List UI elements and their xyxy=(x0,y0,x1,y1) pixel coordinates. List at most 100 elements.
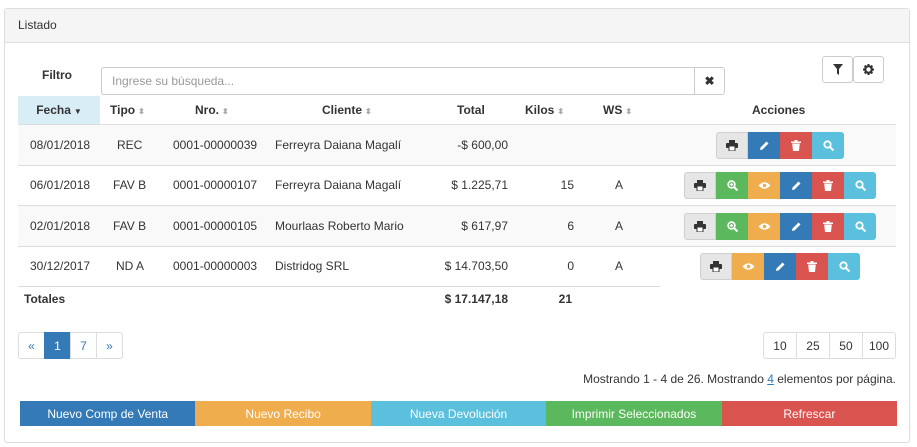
refrescar-button[interactable]: Refrescar xyxy=(721,401,898,426)
trash-icon xyxy=(823,180,833,191)
clear-search-button[interactable]: ✖ xyxy=(694,67,725,95)
pagination-prev[interactable]: « xyxy=(18,332,45,359)
sort-icon: ⬍ xyxy=(557,107,565,116)
edit-button[interactable] xyxy=(780,213,812,240)
settings-button[interactable] xyxy=(853,56,884,83)
edit-button[interactable] xyxy=(748,132,780,159)
cell-total: $ 617,97 xyxy=(461,219,508,233)
print-button[interactable] xyxy=(684,172,716,199)
print-icon xyxy=(694,180,706,191)
delete-button[interactable] xyxy=(780,132,812,159)
filter-label: Filtro xyxy=(42,68,72,82)
sort-icon: ⬍ xyxy=(222,107,229,116)
cell-nro: 0001-00000107 xyxy=(173,178,258,192)
pagination-next[interactable]: » xyxy=(96,332,123,359)
table-row[interactable]: 30/12/2017 ND A 0001-00000003 Distridog … xyxy=(18,246,896,286)
column-header-tipo[interactable]: Tipo ⬍ xyxy=(110,96,145,124)
column-header-cliente[interactable]: Cliente ⬍ xyxy=(322,96,372,124)
filter-toggle-button[interactable] xyxy=(822,56,853,83)
cell-kilos: 15 xyxy=(560,178,574,192)
column-header-ws[interactable]: WS ⬍ xyxy=(603,96,632,124)
cell-nro: 0001-00000003 xyxy=(173,259,258,273)
eye-icon xyxy=(758,223,770,230)
delete-button[interactable] xyxy=(796,253,828,280)
search-input[interactable] xyxy=(101,67,695,95)
nuevo-recibo-button[interactable]: Nuevo Recibo xyxy=(195,401,371,426)
edit-button[interactable] xyxy=(764,253,796,280)
cell-ws: A xyxy=(615,219,624,233)
cell-kilos: 6 xyxy=(567,219,574,233)
view-button[interactable] xyxy=(748,172,780,199)
close-icon: ✖ xyxy=(704,74,715,88)
search-icon xyxy=(854,180,866,191)
print-icon xyxy=(694,221,706,232)
search-icon xyxy=(854,221,866,232)
pencil-icon xyxy=(791,181,800,190)
search-button[interactable] xyxy=(844,213,876,240)
pencil-icon xyxy=(759,141,768,150)
cell-kilos: 0 xyxy=(567,259,574,273)
page-size-25[interactable]: 25 xyxy=(795,332,830,359)
trash-icon xyxy=(823,221,833,232)
pagination-status: Mostrando 1 - 4 de 26. Mostrando 4 eleme… xyxy=(583,372,896,386)
page-size-10[interactable]: 10 xyxy=(762,332,797,359)
cell-nro: 0001-00000105 xyxy=(173,219,258,233)
gear-icon xyxy=(863,64,874,75)
pagination: « 1 7 » xyxy=(18,332,123,359)
view-button[interactable] xyxy=(732,253,764,280)
trash-icon xyxy=(807,261,817,272)
print-button[interactable] xyxy=(700,253,732,280)
cell-ws: A xyxy=(615,259,624,273)
delete-button[interactable] xyxy=(812,213,844,240)
cell-cliente: Ferreyra Daiana Magalí xyxy=(275,178,402,192)
panel-title: Listado xyxy=(5,9,909,43)
search-icon xyxy=(838,261,850,272)
pagination-page-1[interactable]: 1 xyxy=(44,332,71,359)
status-count: 4 xyxy=(767,372,774,386)
search-icon xyxy=(822,140,834,151)
delete-button[interactable] xyxy=(812,172,844,199)
page-size-selector: 10 25 50 100 xyxy=(762,332,896,359)
page-size-100[interactable]: 100 xyxy=(861,332,896,359)
filter-icon xyxy=(832,64,843,75)
view-button[interactable] xyxy=(748,213,780,240)
table-row[interactable]: 08/01/2018 REC 0001-00000039 Ferreyra Da… xyxy=(18,125,896,165)
print-button[interactable] xyxy=(716,132,748,159)
table-row[interactable]: 06/01/2018 FAV B 0001-00000107 Ferreyra … xyxy=(18,165,896,205)
cell-total: $ 1.225,71 xyxy=(451,178,508,192)
sort-icon: ⬍ xyxy=(365,107,372,116)
search-button[interactable] xyxy=(828,253,860,280)
pencil-icon xyxy=(791,222,800,231)
column-header-kilos[interactable]: Kilos ⬍ xyxy=(525,96,564,124)
print-button[interactable] xyxy=(684,213,716,240)
sort-desc-icon: ▼ xyxy=(73,107,82,116)
cell-tipo: ND A xyxy=(116,259,145,273)
table-row[interactable]: 02/01/2018 FAV B 0001-00000105 Mourlaas … xyxy=(18,206,896,246)
column-header-fecha[interactable]: Fecha ▼ xyxy=(18,96,100,124)
column-header-total: Total xyxy=(457,103,485,117)
nuevo-comp-venta-button[interactable]: Nuevo Comp de Venta xyxy=(20,401,196,426)
zoom-in-icon xyxy=(726,221,738,232)
nueva-devolucion-button[interactable]: Nueva Devolución xyxy=(370,401,547,426)
print-icon xyxy=(726,140,738,151)
column-header-nro[interactable]: Nro. ⬍ xyxy=(195,96,229,124)
cell-cliente: Mourlaas Roberto Mario xyxy=(275,219,404,233)
cell-total: $ 14.703,50 xyxy=(444,259,508,273)
print-icon xyxy=(710,261,722,272)
search-button[interactable] xyxy=(812,132,844,159)
cell-cliente: Ferreyra Daiana Magalí xyxy=(275,138,402,152)
totals-kilos: 21 xyxy=(558,292,572,306)
imprimir-seleccionados-button[interactable]: Imprimir Seleccionados xyxy=(546,401,722,426)
pagination-page-7[interactable]: 7 xyxy=(70,332,97,359)
row-divider xyxy=(18,286,660,287)
cell-fecha: 02/01/2018 xyxy=(30,219,91,233)
cell-fecha: 30/12/2017 xyxy=(30,259,91,273)
page-size-50[interactable]: 50 xyxy=(828,332,863,359)
search-button[interactable] xyxy=(844,172,876,199)
eye-icon xyxy=(742,263,754,270)
cell-ws: A xyxy=(615,178,624,192)
edit-button[interactable] xyxy=(780,172,812,199)
zoom-button[interactable] xyxy=(716,172,748,199)
zoom-button[interactable] xyxy=(716,213,748,240)
cell-tipo: FAV B xyxy=(113,219,147,233)
